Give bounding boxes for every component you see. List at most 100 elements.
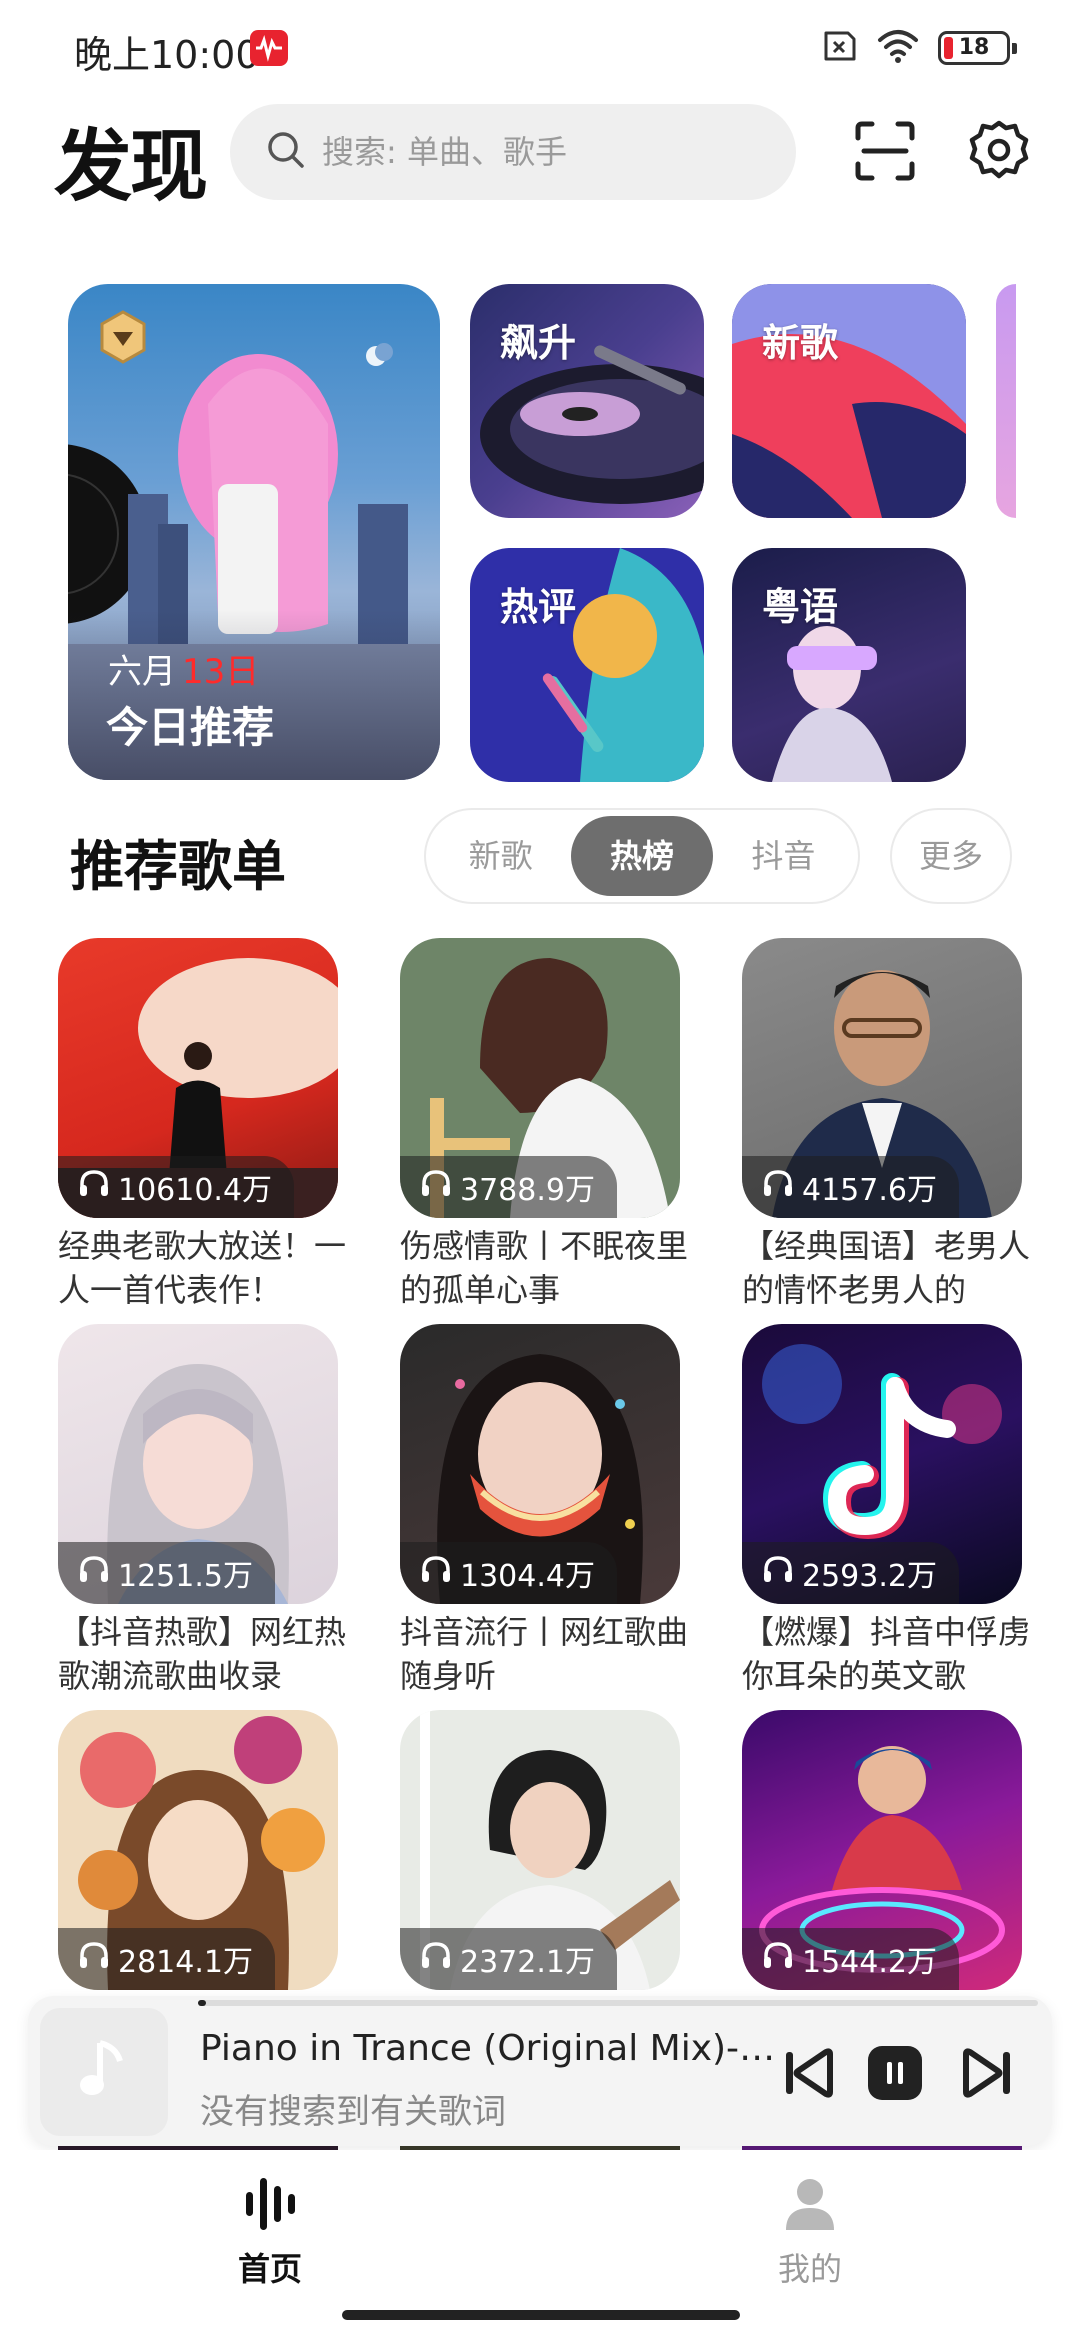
playlist-cover: 1544.2万 [742,1710,1022,1990]
playlist-cover: 2372.1万 [400,1710,680,1990]
playlist-card[interactable]: 1304.4万 抖音流行丨网红歌曲随身听 [400,1324,688,1698]
playlist-caption: 经典老歌大放送！一人一首代表作！ [58,1227,347,1309]
playlist-caption: 伤感情歌丨不眠夜里的孤单心事 [400,1227,689,1309]
tab-new[interactable]: 新歌 [430,816,571,896]
nav-mine-label: 我的 [777,2250,842,2288]
play-count: 2814.1万 [58,1928,275,1990]
headphones-icon [78,1554,110,1592]
headphones-icon [420,1940,452,1978]
headphones-icon [78,1940,110,1978]
playlist-card[interactable]: 4157.6万 【经典国语】老男人的情怀老男人的 [742,938,1030,1312]
playlist-card[interactable]: 2593.2万 【燃爆】抖音中俘虏你耳朵的英文歌 [742,1324,1030,1698]
playlist-cover: 4157.6万 [742,938,1022,1218]
playlist-card[interactable]: 1251.5万 【抖音热歌】网红热歌潮流歌曲收录 [58,1324,346,1698]
user-icon [780,2179,840,2236]
header: 发现 [0,100,1080,212]
daily-day: 13日 [182,652,260,692]
headphones-icon [420,1168,452,1206]
playlist-card[interactable]: 2814.1万 [58,1710,338,1990]
cantonese-label: 粤语 [762,585,839,629]
skip-previous-icon [780,2048,838,2106]
more-banners-peek[interactable] [996,284,1016,518]
new-songs-label: 新歌 [762,321,839,365]
now-playing-lyric: 没有搜索到有关歌词 [200,2092,506,2132]
play-count-value: 3788.9万 [460,1173,595,1208]
daily-recommend-card[interactable]: 六月 13日 今日推荐 [68,284,440,780]
play-count: 1544.2万 [742,1928,959,1990]
playback-progress[interactable] [198,2000,1038,2006]
now-playing-title: Piano in Trance (Original Mix)-C... [200,2028,780,2069]
next-button[interactable] [958,2044,1016,2102]
headphones-icon [762,1168,794,1206]
tab-hot[interactable]: 热榜 [571,816,713,896]
play-count-value: 10610.4万 [118,1173,273,1208]
play-count-value: 2372.1万 [460,1945,595,1980]
chart-rising-card[interactable]: 飙升 [470,284,704,518]
play-count: 3788.9万 [400,1156,617,1218]
headphones-icon [762,1940,794,1978]
headphones-icon [78,1168,110,1206]
diamond-badge-icon [98,310,148,370]
pause-button[interactable] [866,2044,924,2102]
search-input[interactable] [322,133,742,171]
daily-label: 今日推荐 [106,703,275,752]
scan-icon[interactable] [852,118,918,184]
chart-rising-label: 飙升 [500,321,577,365]
playlist-card[interactable]: 2372.1万 [400,1710,680,1990]
pause-icon [866,2046,924,2106]
play-count-value: 2593.2万 [802,1559,937,1594]
album-art-placeholder[interactable] [40,2008,168,2136]
playlist-card[interactable]: 1544.2万 [742,1710,1022,1990]
playlist-cover: 2593.2万 [742,1324,1022,1604]
music-note-icon [76,2037,132,2107]
playlist-card[interactable]: 3788.9万 伤感情歌丨不眠夜里的孤单心事 [400,938,688,1312]
playlist-caption: 【经典国语】老男人的情怀老男人的 [742,1227,1031,1309]
search-bar[interactable] [230,104,796,200]
headphones-icon [762,1554,794,1592]
play-count-value: 1251.5万 [118,1559,253,1594]
more-button[interactable]: 更多 [890,808,1012,904]
recommend-title: 推荐歌单 [70,835,286,898]
battery-level: 18 [958,35,990,60]
playlist-filter-tabs: 新歌 热榜 抖音 [424,808,860,904]
battery-indicator: 18 [938,31,1017,65]
cantonese-card[interactable]: 粤语 [732,548,966,782]
play-count: 2593.2万 [742,1542,959,1604]
playlist-cover: 3788.9万 [400,938,680,1218]
playlist-cover: 1304.4万 [400,1324,680,1604]
daily-month: 六月 [108,652,176,692]
play-count: 4157.6万 [742,1156,959,1218]
nav-item-home[interactable]: 首页 [170,2172,370,2290]
home-indicator[interactable] [342,2310,740,2320]
play-count-value: 1304.4万 [460,1559,595,1594]
tab-douyin[interactable]: 抖音 [713,816,854,896]
status-bar: 晚上10:00 18 [0,0,1080,96]
skip-next-icon [958,2048,1016,2106]
playlist-caption: 【燃爆】抖音中俘虏你耳朵的英文歌 [742,1613,1031,1695]
play-count: 1251.5万 [58,1542,275,1604]
play-count: 2372.1万 [400,1928,617,1990]
previous-button[interactable] [780,2044,838,2102]
playlist-cover: 1251.5万 [58,1324,338,1604]
play-count: 1304.4万 [400,1542,617,1604]
play-count-value: 1544.2万 [802,1945,937,1980]
search-icon [266,130,306,174]
playlist-card[interactable]: 10610.4万 经典老歌大放送！一人一首代表作！ [58,938,346,1312]
play-count: 10610.4万 [58,1156,295,1218]
play-count-value: 2814.1万 [118,1945,253,1980]
nav-item-mine[interactable]: 我的 [710,2172,910,2290]
mini-player[interactable]: Piano in Trance (Original Mix)-C... 没有搜索… [28,1996,1052,2146]
settings-icon[interactable] [966,118,1032,184]
hot-comments-label: 热评 [500,585,577,629]
nav-home-label: 首页 [237,2250,302,2288]
playback-progress-fill [198,2000,207,2006]
headphones-icon [420,1554,452,1592]
playlist-cover: 10610.4万 [58,938,338,1218]
wifi-icon [876,28,920,68]
playlist-cover: 2814.1万 [58,1710,338,1990]
status-time: 晚上10:00 [74,33,260,77]
new-songs-card[interactable]: 新歌 [732,284,966,518]
daily-date: 六月 13日 [108,644,259,693]
playlist-caption: 抖音流行丨网红歌曲随身听 [400,1613,689,1695]
hot-comments-card[interactable]: 热评 [470,548,704,782]
